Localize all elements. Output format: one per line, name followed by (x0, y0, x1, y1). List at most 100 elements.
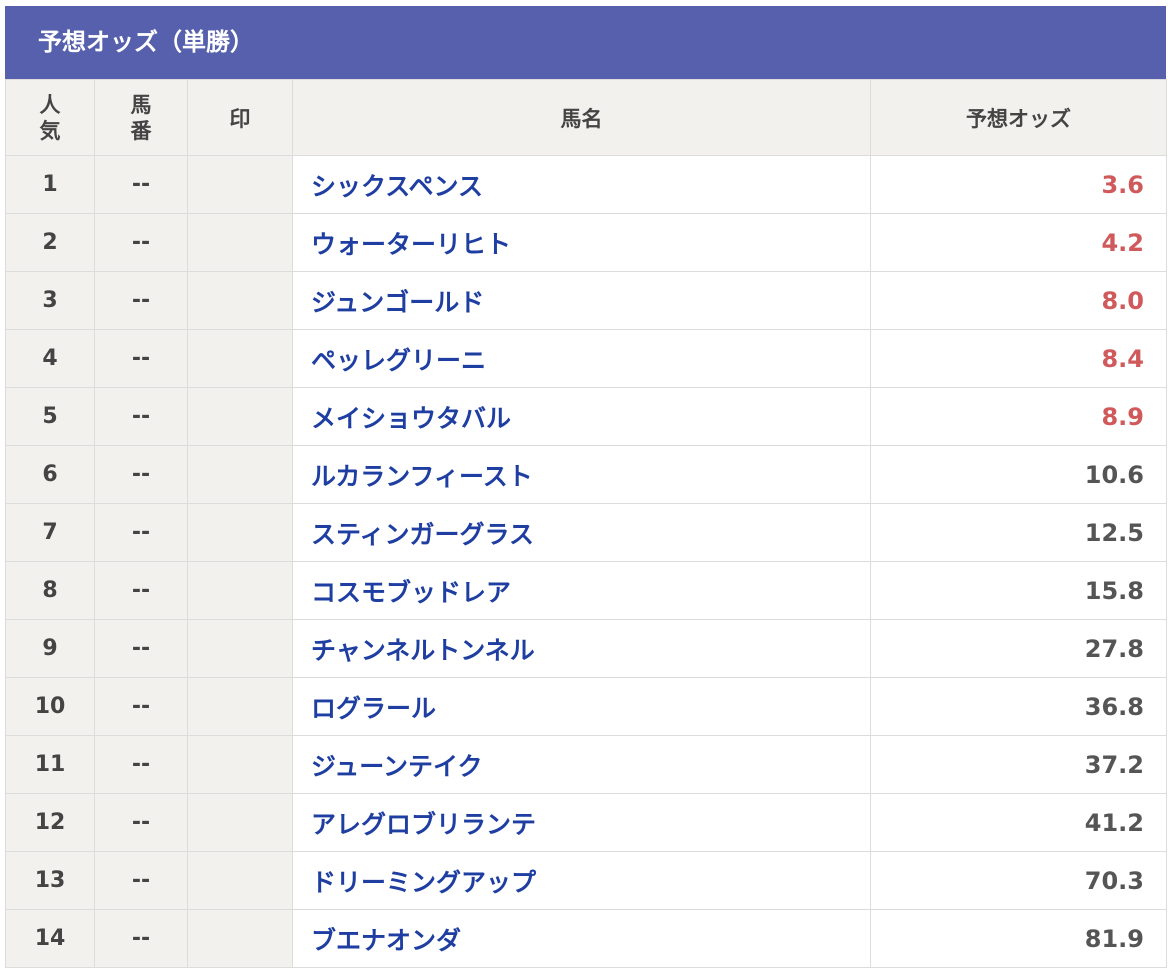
table-row: 14 -- ブエナオンダ 81.9 (5, 909, 1167, 968)
horse-number: -- (94, 619, 188, 678)
popularity-rank: 2 (5, 213, 95, 272)
horse-name-cell: メイショウタバル (292, 387, 871, 446)
predicted-odds: 15.8 (870, 561, 1167, 620)
horse-name-link[interactable]: ジュンゴールド (311, 288, 484, 317)
prediction-mark[interactable] (187, 213, 293, 272)
popularity-rank: 9 (5, 619, 95, 678)
odds-table: 人気 馬番 印 馬名 予想オッズ 1 -- シックスペンス 3.6 2 -- ウォーターリヒ… (5, 79, 1167, 968)
horse-name-cell: チャンネルトンネル (292, 619, 871, 678)
table-row: 12 -- アレグロブリランテ 41.2 (5, 793, 1167, 852)
predicted-odds: 70.3 (870, 851, 1167, 910)
popularity-rank: 4 (5, 329, 95, 388)
popularity-rank: 10 (5, 677, 95, 736)
table-row: 2 -- ウォーターリヒト 4.2 (5, 213, 1167, 272)
horse-name-link[interactable]: ペッレグリーニ (311, 346, 486, 375)
horse-name-link[interactable]: ウォーターリヒト (311, 230, 511, 259)
horse-name-link[interactable]: アレグロブリランテ (311, 810, 536, 839)
predicted-odds: 41.2 (870, 793, 1167, 852)
odds-panel: 予想オッズ（単勝） 人気 馬番 印 馬名 予想オッズ 1 -- シックスペンス 3.6… (5, 6, 1167, 968)
predicted-odds: 10.6 (870, 445, 1167, 504)
horse-name-cell: コスモブッドレア (292, 561, 871, 620)
horse-name-cell: ジューンテイク (292, 735, 871, 794)
prediction-mark[interactable] (187, 619, 293, 678)
horse-name-cell: ログラール (292, 677, 871, 736)
prediction-mark[interactable] (187, 677, 293, 736)
horse-name-link[interactable]: スティンガーグラス (311, 520, 534, 549)
popularity-rank: 3 (5, 271, 95, 330)
horse-name-link[interactable]: ルカランフィースト (311, 462, 533, 491)
col-header-number: 馬番 (94, 79, 188, 156)
col-header-name: 馬名 (292, 79, 871, 156)
horse-name-cell: アレグロブリランテ (292, 793, 871, 852)
prediction-mark[interactable] (187, 561, 293, 620)
horse-number: -- (94, 155, 188, 214)
table-header-row: 人気 馬番 印 馬名 予想オッズ (5, 79, 1167, 156)
horse-number: -- (94, 793, 188, 852)
horse-number: -- (94, 271, 188, 330)
col-header-odds: 予想オッズ (870, 79, 1167, 156)
popularity-rank: 8 (5, 561, 95, 620)
predicted-odds: 8.4 (870, 329, 1167, 388)
prediction-mark[interactable] (187, 909, 293, 968)
popularity-rank: 7 (5, 503, 95, 562)
popularity-rank: 13 (5, 851, 95, 910)
horse-name-cell: ペッレグリーニ (292, 329, 871, 388)
horse-name-link[interactable]: ログラール (311, 694, 436, 723)
horse-name-link[interactable]: チャンネルトンネル (311, 636, 535, 665)
horse-number: -- (94, 213, 188, 272)
horse-number: -- (94, 329, 188, 388)
prediction-mark[interactable] (187, 387, 293, 446)
prediction-mark[interactable] (187, 329, 293, 388)
prediction-mark[interactable] (187, 445, 293, 504)
table-body: 1 -- シックスペンス 3.6 2 -- ウォーターリヒト 4.2 3 -- ジュンゴールド 8.0… (5, 155, 1167, 968)
predicted-odds: 8.0 (870, 271, 1167, 330)
horse-name-link[interactable]: ドリーミングアップ (311, 868, 536, 897)
prediction-mark[interactable] (187, 851, 293, 910)
predicted-odds: 3.6 (870, 155, 1167, 214)
table-row: 5 -- メイショウタバル 8.9 (5, 387, 1167, 446)
popularity-rank: 6 (5, 445, 95, 504)
popularity-rank: 12 (5, 793, 95, 852)
horse-name-link[interactable]: ブエナオンダ (311, 926, 461, 955)
horse-name-cell: ドリーミングアップ (292, 851, 871, 910)
horse-number: -- (94, 851, 188, 910)
horse-number: -- (94, 445, 188, 504)
prediction-mark[interactable] (187, 271, 293, 330)
horse-name-link[interactable]: シックスペンス (311, 172, 483, 201)
panel-title: 予想オッズ（単勝） (5, 6, 1166, 79)
table-row: 11 -- ジューンテイク 37.2 (5, 735, 1167, 794)
prediction-mark[interactable] (187, 793, 293, 852)
horse-name-cell: スティンガーグラス (292, 503, 871, 562)
table-row: 10 -- ログラール 36.8 (5, 677, 1167, 736)
horse-name-cell: ウォーターリヒト (292, 213, 871, 272)
horse-name-cell: シックスペンス (292, 155, 871, 214)
horse-number: -- (94, 387, 188, 446)
predicted-odds: 8.9 (870, 387, 1167, 446)
horse-name-link[interactable]: コスモブッドレア (311, 578, 511, 607)
horse-name-link[interactable]: ジューンテイク (311, 752, 483, 781)
col-header-rank: 人気 (5, 79, 95, 156)
predicted-odds: 36.8 (870, 677, 1167, 736)
horse-number: -- (94, 503, 188, 562)
predicted-odds: 37.2 (870, 735, 1167, 794)
table-row: 8 -- コスモブッドレア 15.8 (5, 561, 1167, 620)
horse-name-cell: ルカランフィースト (292, 445, 871, 504)
popularity-rank: 1 (5, 155, 95, 214)
col-header-mark: 印 (187, 79, 293, 156)
table-row: 3 -- ジュンゴールド 8.0 (5, 271, 1167, 330)
prediction-mark[interactable] (187, 155, 293, 214)
popularity-rank: 14 (5, 909, 95, 968)
predicted-odds: 81.9 (870, 909, 1167, 968)
table-row: 4 -- ペッレグリーニ 8.4 (5, 329, 1167, 388)
horse-number: -- (94, 677, 188, 736)
horse-name-link[interactable]: メイショウタバル (311, 404, 511, 433)
horse-number: -- (94, 735, 188, 794)
prediction-mark[interactable] (187, 503, 293, 562)
horse-name-cell: ジュンゴールド (292, 271, 871, 330)
table-row: 6 -- ルカランフィースト 10.6 (5, 445, 1167, 504)
prediction-mark[interactable] (187, 735, 293, 794)
predicted-odds: 12.5 (870, 503, 1167, 562)
horse-name-cell: ブエナオンダ (292, 909, 871, 968)
col-header-rank-text: 人気 (39, 92, 61, 143)
table-row: 1 -- シックスペンス 3.6 (5, 155, 1167, 214)
